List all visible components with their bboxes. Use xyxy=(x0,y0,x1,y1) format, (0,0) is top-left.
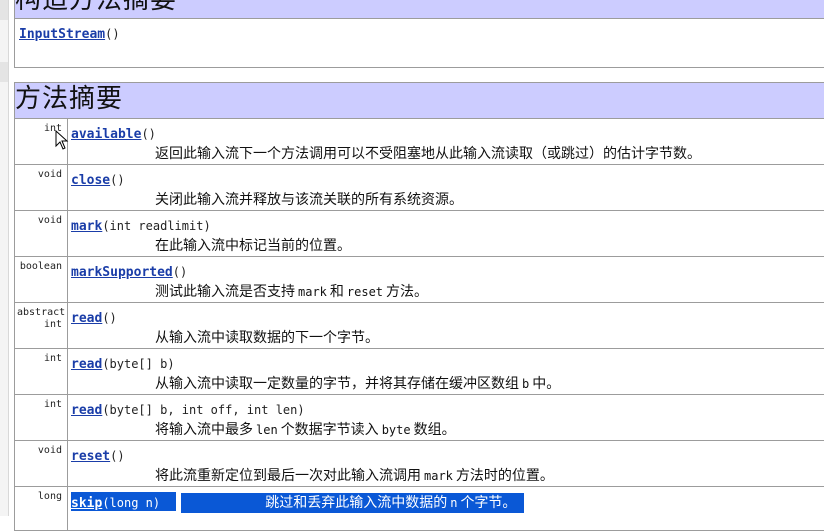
selected-signature: skip(long n) xyxy=(71,492,176,511)
desc-text: 方法。 xyxy=(386,284,428,300)
method-summary-table: 方法摘要 int available() 返回此输入流下一个方法调用可以不受阻塞… xyxy=(14,82,824,531)
method-modifier: int xyxy=(15,395,68,441)
method-params: () xyxy=(110,173,124,187)
desc-text: 将输入流中最多 xyxy=(155,422,253,438)
method-params: (long n) xyxy=(102,496,160,510)
strip-notch xyxy=(0,0,8,20)
table-row: boolean markSupported() 测试此输入流是否支持mark和r… xyxy=(15,257,824,303)
method-cell: skip(long n) 跳过和丢弃此输入流中数据的n个字节。 xyxy=(68,487,824,531)
method-link-skip[interactable]: skip xyxy=(71,496,102,511)
mouse-pointer-icon xyxy=(55,130,69,150)
constructor-cell: InputStream() xyxy=(15,19,824,68)
constructor-summary-title: 构造方法摘要 xyxy=(15,0,824,19)
method-cell: read() 从输入流中读取数据的下一个字节。 xyxy=(68,303,824,349)
constructor-link[interactable]: InputStream xyxy=(19,27,105,42)
desc-text: 个数据字节读入 xyxy=(281,422,379,438)
method-cell: markSupported() 测试此输入流是否支持mark和reset方法。 xyxy=(68,257,824,303)
method-description: 关闭此输入流并释放与该流关联的所有系统资源。 xyxy=(155,190,819,210)
table-row: int available() 返回此输入流下一个方法调用可以不受阻塞地从此输入… xyxy=(15,119,824,165)
method-link-marksupported[interactable]: markSupported xyxy=(71,265,173,280)
method-link-mark[interactable]: mark xyxy=(71,219,102,234)
modifier-line: int xyxy=(44,319,62,330)
table-row: int read(byte[] b) 从输入流中读取一定数量的字节，并将其存储在… xyxy=(15,349,824,395)
method-link-read[interactable]: read xyxy=(71,311,102,326)
method-modifier: void xyxy=(15,211,68,257)
desc-code: mark xyxy=(421,469,456,483)
table-row: void reset() 将此流重新定位到最后一次对此输入流调用mark方法时的… xyxy=(15,441,824,487)
table-row: abstractint read() 从输入流中读取数据的下一个字节。 xyxy=(15,303,824,349)
desc-text: 测试此输入流是否支持 xyxy=(155,284,295,300)
method-link-read-bytes[interactable]: read xyxy=(71,357,102,372)
method-params: () xyxy=(173,265,187,279)
table-row: void mark(int readlimit) 在此输入流中标记当前的位置。 xyxy=(15,211,824,257)
desc-code: mark xyxy=(295,285,330,299)
desc-text: 跳过和丢弃此输入流中数据的 xyxy=(265,495,447,511)
method-modifier: void xyxy=(15,165,68,211)
desc-code: reset xyxy=(344,285,386,299)
method-cell: read(byte[] b, int off, int len) 将输入流中最多… xyxy=(68,395,824,441)
method-params: () xyxy=(110,449,124,463)
method-description: 将此流重新定位到最后一次对此输入流调用mark方法时的位置。 xyxy=(155,466,819,486)
method-cell: available() 返回此输入流下一个方法调用可以不受阻塞地从此输入流读取（… xyxy=(68,119,824,165)
method-cell: reset() 将此流重新定位到最后一次对此输入流调用mark方法时的位置。 xyxy=(68,441,824,487)
method-cell: mark(int readlimit) 在此输入流中标记当前的位置。 xyxy=(68,211,824,257)
method-description: 返回此输入流下一个方法调用可以不受阻塞地从此输入流读取（或跳过）的估计字节数。 xyxy=(155,144,819,164)
method-cell: close() 关闭此输入流并释放与该流关联的所有系统资源。 xyxy=(68,165,824,211)
desc-text: 从输入流中读取一定数量的字节，并将其存储在缓冲区数组 xyxy=(155,376,519,392)
table-row: void close() 关闭此输入流并释放与该流关联的所有系统资源。 xyxy=(15,165,824,211)
method-modifier: int xyxy=(15,349,68,395)
method-description: 从输入流中读取数据的下一个字节。 xyxy=(155,328,819,348)
method-params: (byte[] b, int off, int len) xyxy=(102,403,304,417)
constructor-params: () xyxy=(105,27,119,41)
method-link-close[interactable]: close xyxy=(71,173,110,188)
desc-text: 数组。 xyxy=(414,422,456,438)
desc-text: 将此流重新定位到最后一次对此输入流调用 xyxy=(155,468,421,484)
method-params: () xyxy=(141,127,155,141)
method-link-available[interactable]: available xyxy=(71,127,141,142)
method-params: (byte[] b) xyxy=(102,357,174,371)
constructor-summary-table: 构造方法摘要 InputStream() xyxy=(14,0,824,68)
method-modifier: long xyxy=(15,487,68,531)
desc-code: n xyxy=(447,496,460,510)
desc-text: 个字节。 xyxy=(460,495,516,511)
method-description: 将输入流中最多len个数据字节读入byte数组。 xyxy=(155,420,819,440)
method-summary-title: 方法摘要 xyxy=(15,83,824,119)
desc-text: 方法时的位置。 xyxy=(456,468,554,484)
modifier-line: abstract xyxy=(17,307,65,318)
method-params: () xyxy=(102,311,116,325)
table-row: int read(byte[] b, int off, int len) 将输入… xyxy=(15,395,824,441)
desc-code: len xyxy=(253,423,281,437)
method-cell: read(byte[] b) 从输入流中读取一定数量的字节，并将其存储在缓冲区数… xyxy=(68,349,824,395)
method-description: 在此输入流中标记当前的位置。 xyxy=(155,236,819,256)
desc-text: 和 xyxy=(330,284,344,300)
method-link-read-offset[interactable]: read xyxy=(71,403,102,418)
method-link-reset[interactable]: reset xyxy=(71,449,110,464)
left-scroll-strip xyxy=(0,0,9,516)
method-modifier: boolean xyxy=(15,257,68,303)
method-params: (int readlimit) xyxy=(102,219,210,233)
method-modifier: void xyxy=(15,441,68,487)
method-description: 从输入流中读取一定数量的字节，并将其存储在缓冲区数组b中。 xyxy=(155,374,819,394)
method-modifier: abstractint xyxy=(15,303,68,349)
strip-notch xyxy=(0,62,8,82)
method-description-selected: 跳过和丢弃此输入流中数据的n个字节。 xyxy=(181,493,524,513)
table-row-selected: long skip(long n) 跳过和丢弃此输入流中数据的n个字节。 xyxy=(15,487,824,531)
desc-text: 中。 xyxy=(532,376,560,392)
desc-code: byte xyxy=(379,423,414,437)
desc-code: b xyxy=(519,377,532,391)
method-description: 测试此输入流是否支持mark和reset方法。 xyxy=(155,282,819,302)
